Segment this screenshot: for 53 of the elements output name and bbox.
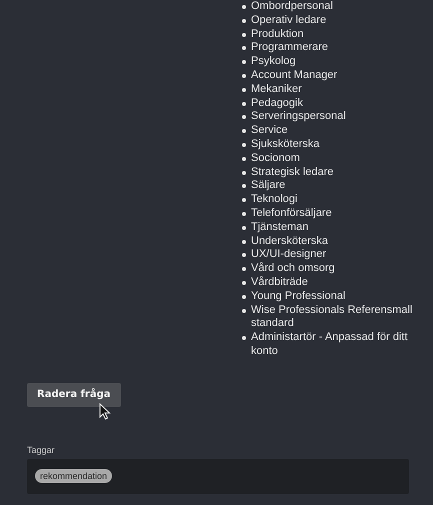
list-item: Socionom: [251, 152, 300, 166]
list-item: Ombordpersonal: [251, 0, 333, 14]
list-item: Tjänsteman: [251, 220, 308, 235]
tag-chip[interactable]: rekommendation: [35, 469, 112, 484]
bullet-icon: [242, 240, 246, 244]
list-item: Mekaniker: [251, 82, 302, 97]
bullet-icon: [242, 5, 246, 9]
list-item: UX/UI-designer: [251, 248, 326, 262]
bullet-icon: [242, 226, 246, 230]
cursor-icon: [99, 402, 111, 420]
bullet-icon: [242, 308, 246, 313]
list-item: Strategisk ledare: [251, 166, 334, 180]
delete-button[interactable]: Radera fråga: [27, 382, 120, 407]
bullet-icon: [242, 294, 246, 299]
list-item: Operativ ledare: [251, 14, 326, 28]
bullet-icon: [242, 46, 246, 50]
bullet-icon: [242, 198, 246, 202]
list-item: Undersköterska: [251, 234, 328, 248]
tags-label: Taggar: [27, 444, 56, 455]
list-item: Produktion: [251, 28, 304, 42]
list-item: Account Manager: [251, 68, 338, 83]
bullet-icon: [242, 102, 246, 106]
bullet-icon: [242, 336, 246, 340]
list-item: Programmerare: [251, 41, 328, 56]
bullet-icon: [242, 156, 246, 161]
bullet-icon: [242, 280, 246, 285]
bullet-icon: [242, 32, 246, 37]
bullet-icon: [242, 18, 246, 23]
list-item: Vårdbiträde: [251, 276, 308, 290]
list-item: Serveringspersonal: [251, 110, 346, 124]
list-item: Säljare: [251, 179, 286, 194]
list-item: Young Professional: [251, 290, 346, 304]
bullet-icon: [242, 88, 246, 92]
list-item: Psykolog: [251, 55, 296, 69]
bullet-icon: [242, 115, 246, 120]
bullet-icon: [242, 129, 246, 134]
bullet-icon: [242, 170, 246, 175]
bullet-icon: [242, 142, 246, 147]
list-item: Service: [251, 124, 288, 138]
list-item: Vård och omsorg: [251, 262, 335, 276]
list-item: Administartör - Anpassad för ditt konto: [251, 331, 409, 359]
list-item: Sjuksköterska: [251, 138, 320, 152]
list-item: Pedagogik: [251, 96, 303, 110]
list-item: Wise Professionals Referensmall standard: [251, 304, 413, 332]
list-item: Teknologi: [251, 193, 298, 207]
list-item: Telefonförsäljare: [251, 206, 332, 221]
bullet-icon: [242, 184, 246, 188]
bullet-icon: [242, 212, 246, 216]
bullet-icon: [242, 267, 246, 272]
bullet-icon: [242, 60, 246, 64]
tags-field[interactable]: rekommendation: [27, 458, 409, 494]
bullet-icon: [242, 253, 246, 258]
bullet-icon: [242, 74, 246, 78]
